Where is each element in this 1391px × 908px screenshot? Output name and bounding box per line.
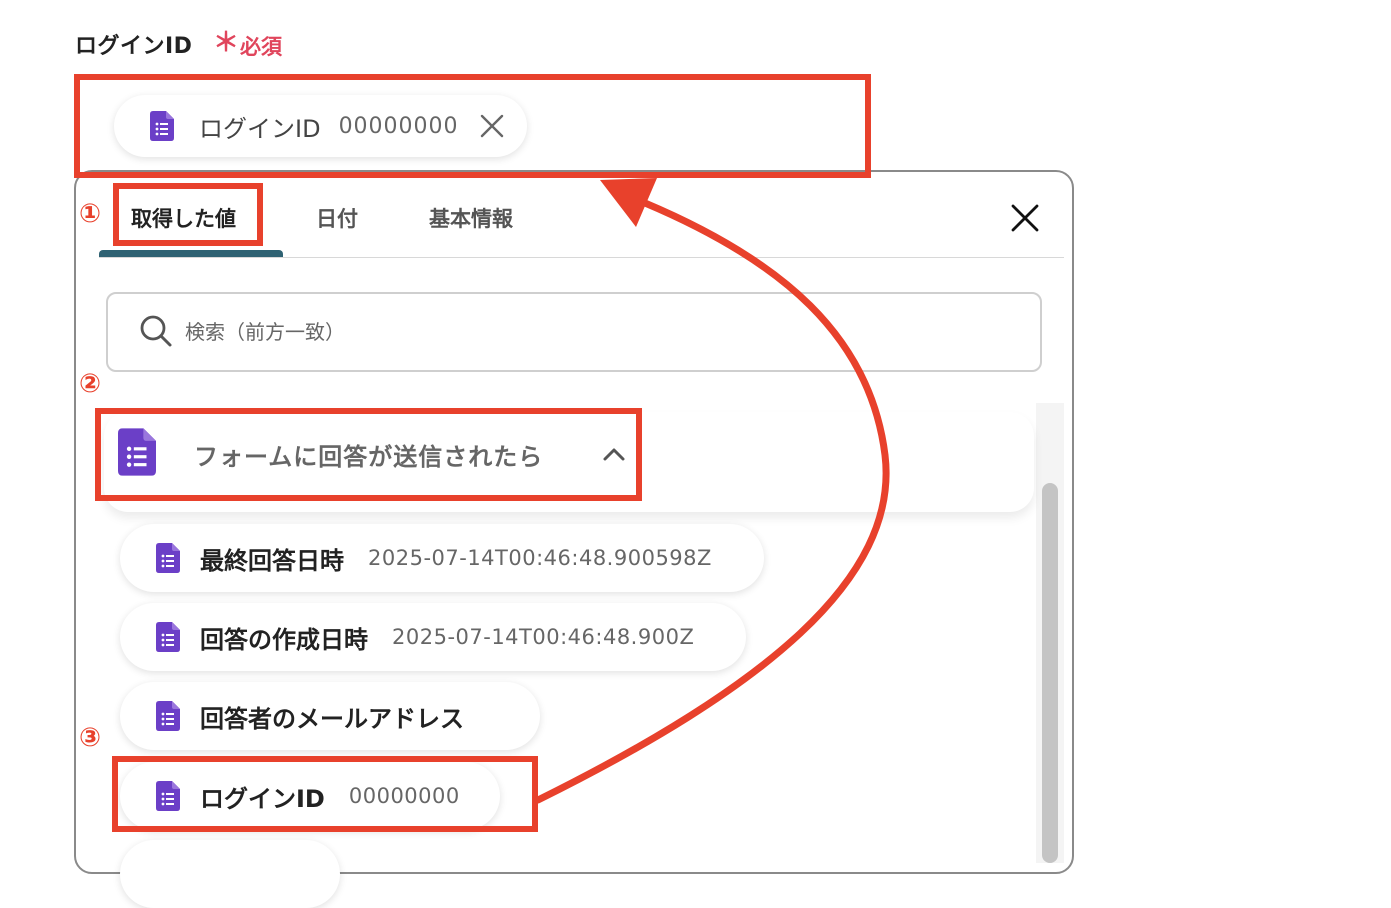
chip-value: 00000000	[338, 113, 459, 139]
remove-chip-icon[interactable]	[479, 113, 505, 139]
step-1-marker: ①	[79, 199, 102, 229]
search-input[interactable]	[183, 314, 1007, 350]
google-forms-doc-icon	[156, 781, 180, 811]
item-value: 2025-07-14T00:46:48.900598Z	[368, 546, 712, 570]
required-star-icon: ＊	[213, 28, 240, 58]
list-item[interactable]: 回答者のメールアドレス	[120, 682, 540, 750]
close-icon[interactable]	[1010, 203, 1040, 233]
item-label: 回答者のメールアドレス	[200, 704, 464, 733]
chip-label: ログインID	[199, 114, 321, 143]
item-value: 2025-07-14T00:46:48.900Z	[392, 625, 695, 649]
google-forms-doc-icon	[118, 428, 156, 476]
selected-value-chip[interactable]: ログインID 00000000	[114, 95, 527, 157]
required-text: 必須	[240, 35, 282, 59]
search-icon	[140, 315, 172, 347]
active-tab-indicator	[99, 250, 283, 257]
tab-date[interactable]: 日付	[316, 203, 358, 233]
tab-basic-info[interactable]: 基本情報	[429, 203, 513, 233]
list-item-partial[interactable]	[120, 840, 340, 908]
google-forms-doc-icon	[150, 111, 174, 141]
step-2-marker: ②	[79, 369, 102, 399]
google-forms-doc-icon	[156, 701, 180, 731]
field-label: ログインID	[75, 34, 193, 59]
list-item[interactable]: 回答の作成日時 2025-07-14T00:46:48.900Z	[120, 603, 747, 671]
list-item-login-id[interactable]: ログインID 00000000	[120, 762, 500, 830]
item-label: 最終回答日時	[200, 546, 344, 575]
list-item[interactable]: 最終回答日時 2025-07-14T00:46:48.900598Z	[120, 524, 764, 592]
item-label: 回答の作成日時	[200, 625, 368, 654]
scrollbar-thumb[interactable]	[1042, 483, 1058, 863]
group-title: フォームに回答が送信されたら	[194, 443, 544, 471]
tab-acquired-values[interactable]: 取得した値	[131, 203, 236, 233]
google-forms-doc-icon	[156, 543, 180, 573]
tab-divider	[99, 257, 1064, 258]
item-label: ログインID	[200, 784, 325, 813]
step-3-marker: ③	[79, 723, 102, 753]
google-forms-doc-icon	[156, 622, 180, 652]
item-value: 00000000	[348, 784, 460, 808]
chevron-up-icon[interactable]	[600, 443, 628, 465]
